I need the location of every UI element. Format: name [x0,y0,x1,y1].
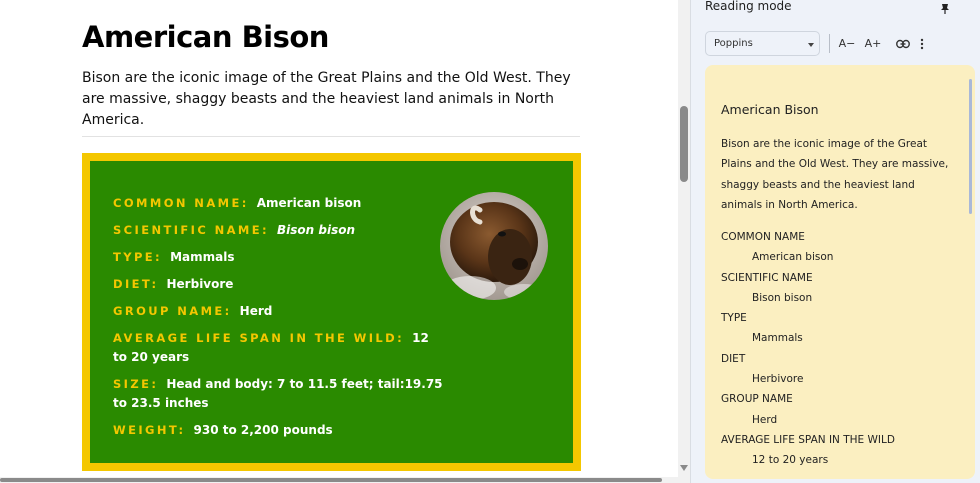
scrollbar-thumb[interactable] [680,106,688,182]
reading-fact-label: DIET [721,352,746,365]
vertical-scrollbar[interactable] [678,0,690,477]
fact-common-name: COMMON NAME: American bison [113,194,443,213]
reading-fact-label: COMMON NAME [721,231,805,243]
reading-scrollbar-thumb[interactable] [969,79,972,214]
increase-font-button[interactable]: A+ [862,34,884,54]
link-icon[interactable] [892,34,914,54]
fact-list: COMMON NAME: American bison SCIENTIFIC NA… [113,194,443,448]
fact-size: SIZE: Head and body: 7 to 11.5 feet; tail… [113,375,443,413]
reading-body: Bison are the iconic image of the Great … [721,138,949,211]
reading-fact-label: SCIENTIFIC NAME [721,271,813,284]
page-title: American Bison [82,20,329,54]
fact-label: SCIENTIFIC NAME: [113,223,270,237]
fact-value: Herd [239,304,273,318]
fact-box-inner: COMMON NAME: American bison SCIENTIFIC NA… [90,161,573,463]
fact-value: Bison bison [277,223,356,237]
fact-label: TYPE: [113,250,163,264]
reading-mode-panel: Reading mode Poppins A− A+ American Biso… [690,0,980,483]
reading-fact-label: TYPE [721,312,747,325]
reading-fact-value: Herd [752,413,778,426]
reading-fact-value: Mammals [752,332,803,345]
bison-photo [440,192,548,300]
reading-fact-list: COMMON NAME American bison SCIENTIFIC NA… [721,227,961,471]
font-select[interactable]: Poppins [705,31,820,56]
bison-image-icon [440,192,548,300]
reading-fact-value: Bison bison [752,291,813,304]
reading-title: American Bison [721,102,819,117]
decrease-font-button[interactable]: A− [836,34,858,54]
fact-value: Herbivore [166,277,234,291]
fact-group-name: GROUP NAME: Herd [113,302,443,321]
pin-icon[interactable] [939,0,951,14]
panel-title: Reading mode [705,0,792,13]
fact-label: WEIGHT: [113,423,186,437]
scroll-down-arrow-icon[interactable] [680,465,688,471]
reading-fact-label: GROUP NAME [721,393,793,406]
toolbar-separator [829,34,830,53]
divider [82,136,580,137]
fact-weight: WEIGHT: 930 to 2,200 pounds [113,421,443,440]
fact-label: GROUP NAME: [113,304,232,318]
chevron-down-icon [808,43,814,47]
fact-value: Head and body: 7 to 11.5 feet; tail:19.7… [113,377,443,410]
reading-mode-toolbar: Poppins A− A+ [703,29,969,58]
fact-diet: DIET: Herbivore [113,275,443,294]
article: American Bison Bison are the iconic imag… [0,0,678,477]
horizontal-scrollbar[interactable] [0,477,690,483]
fact-label: SIZE: [113,377,159,391]
fact-scientific-name: SCIENTIFIC NAME: Bison bison [113,221,443,240]
font-select-value: Poppins [714,38,753,49]
fact-type: TYPE: Mammals [113,248,443,267]
horizontal-scrollbar-thumb[interactable] [0,478,662,482]
article-intro: Bison are the iconic image of the Great … [82,70,571,128]
reading-fact-value: Herbivore [752,373,804,386]
more-vert-icon[interactable] [915,34,929,54]
reading-fact-value: 12 to 20 years [752,454,829,467]
fact-label: DIET: [113,277,159,291]
fact-value: American bison [256,196,362,210]
reading-fact-value: American bison [752,251,834,264]
reading-content: American Bison Bison are the iconic imag… [705,65,975,479]
fact-label: AVERAGE LIFE SPAN IN THE WILD: [113,331,405,345]
reading-fact-label: AVERAGE LIFE SPAN IN THE WILD [721,433,895,446]
fact-life-span: AVERAGE LIFE SPAN IN THE WILD: 12 to 20 y… [113,329,443,367]
fact-value: 930 to 2,200 pounds [193,423,333,437]
fact-value: Mammals [170,250,235,264]
fact-box: COMMON NAME: American bison SCIENTIFIC NA… [82,153,581,471]
fact-label: COMMON NAME: [113,196,249,210]
